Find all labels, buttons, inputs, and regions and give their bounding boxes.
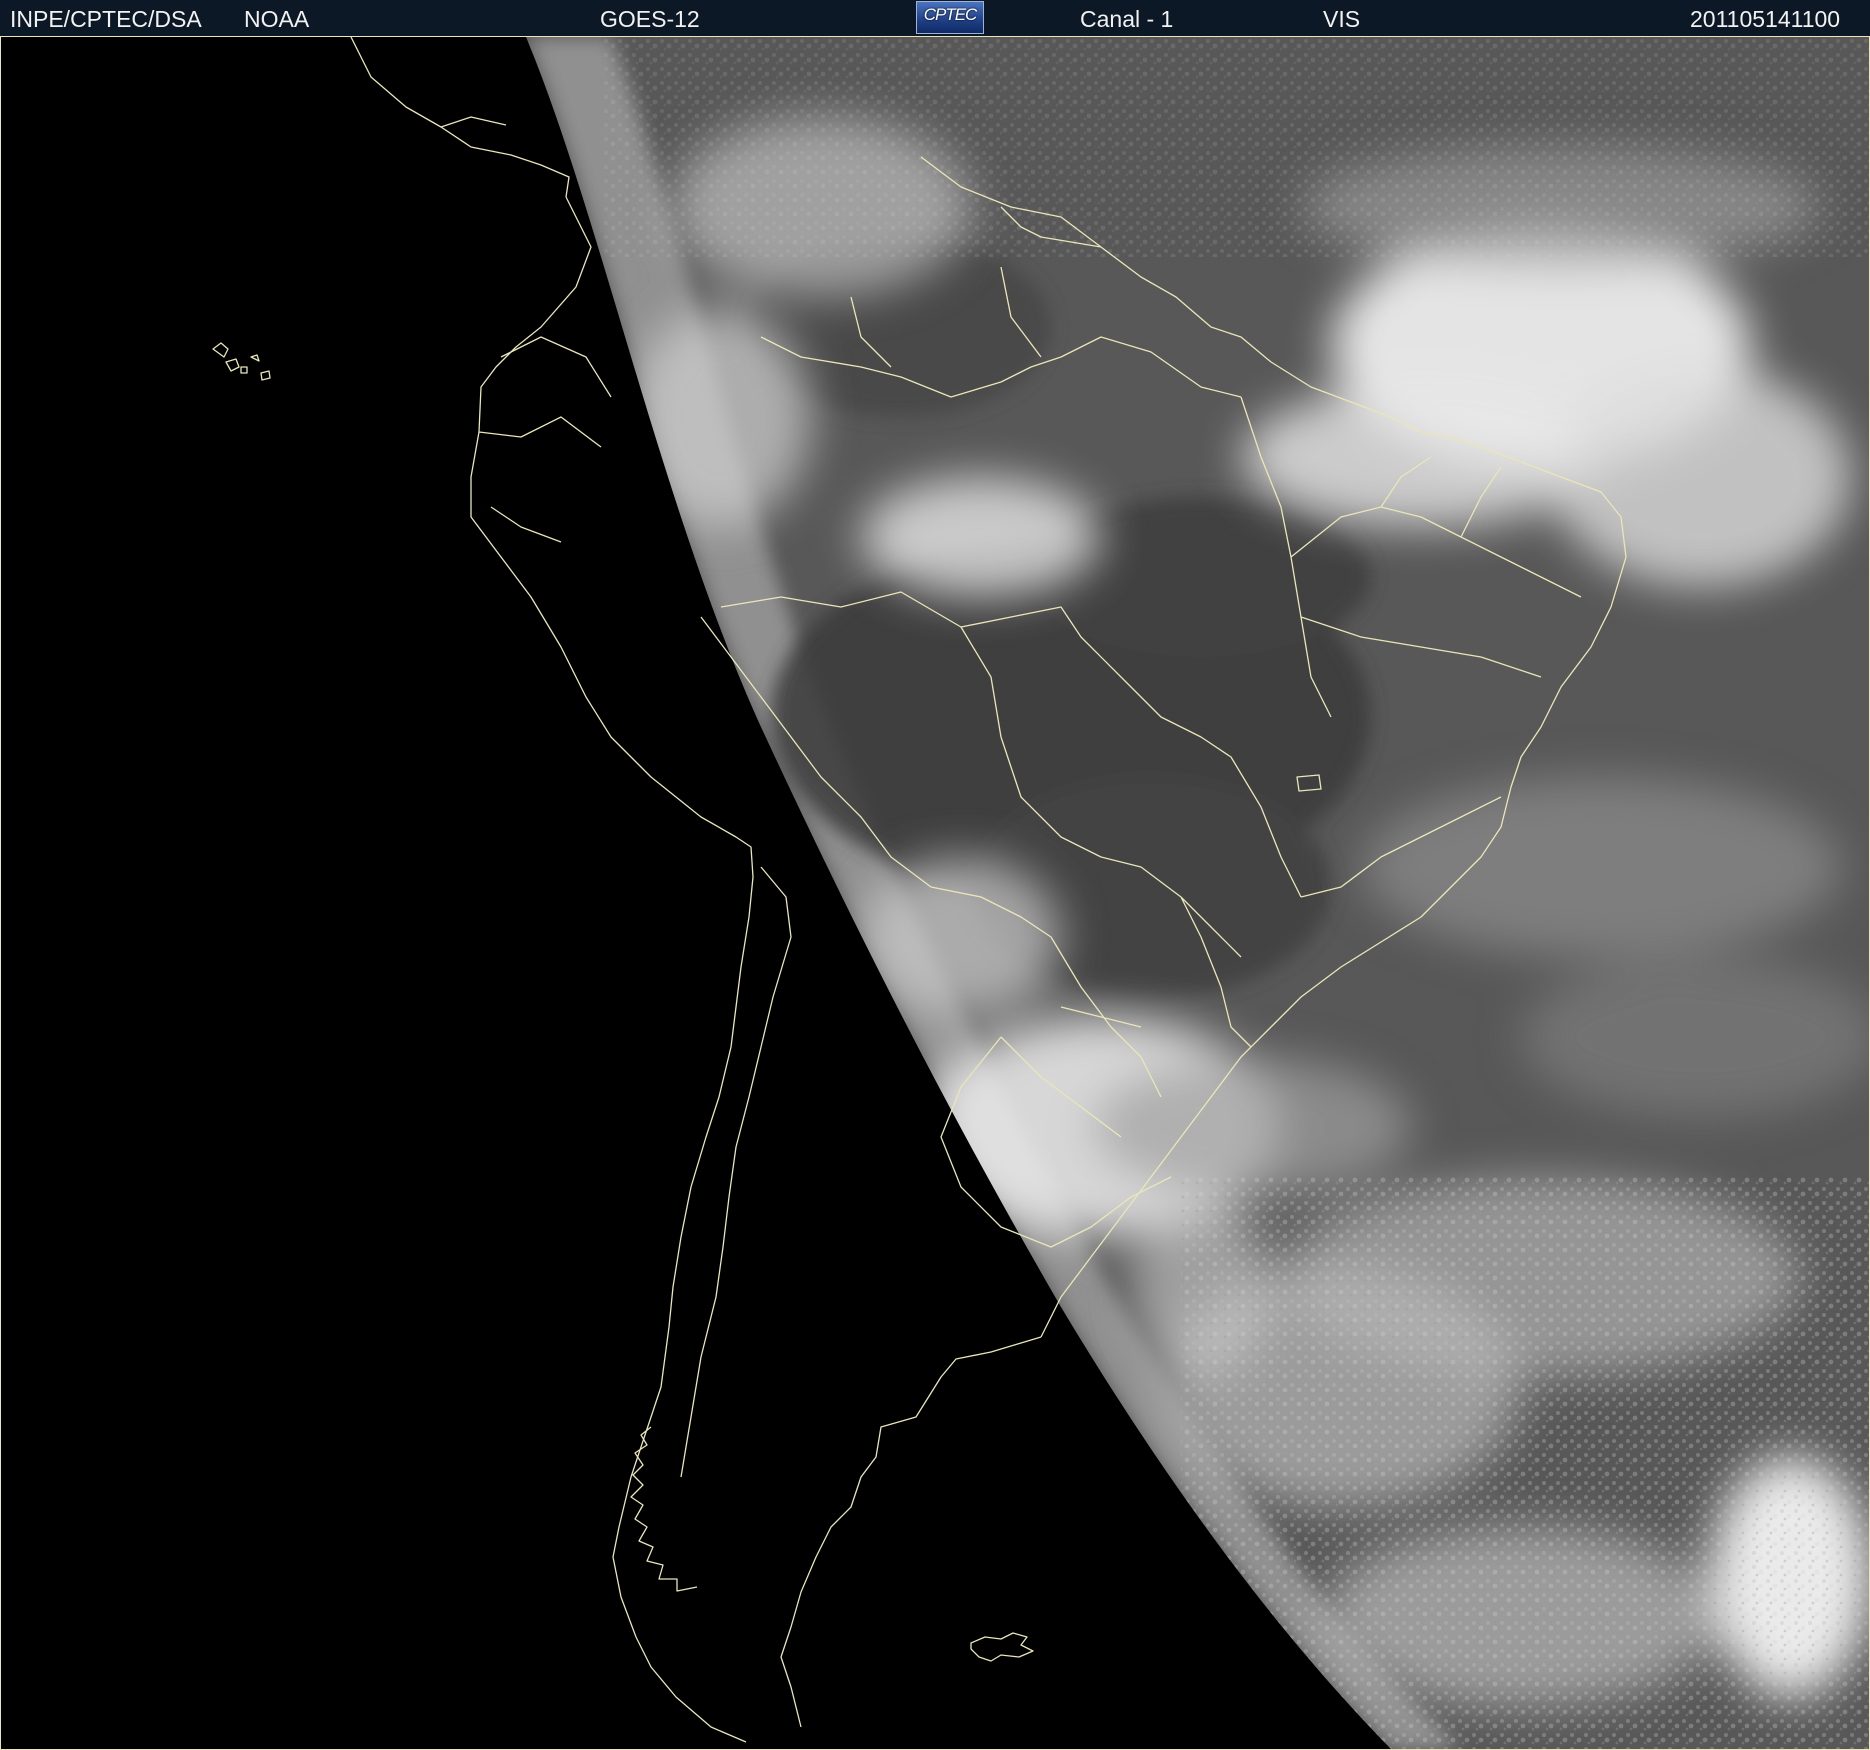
satellite-map-svg bbox=[1, 37, 1869, 1749]
timestamp-label: 201105141100 bbox=[1690, 6, 1841, 32]
cptec-logo-text: CPTEC bbox=[923, 5, 978, 24]
satellite-label: GOES-12 bbox=[600, 6, 700, 32]
band-label: VIS bbox=[1323, 6, 1361, 32]
header-bar: INPE/CPTEC/DSA NOAA GOES-12 CPTEC Canal … bbox=[0, 0, 1870, 36]
satellite-image bbox=[0, 36, 1870, 1750]
agency-label: NOAA bbox=[244, 6, 310, 32]
channel-label: Canal - 1 bbox=[1080, 6, 1174, 32]
cptec-logo: CPTEC bbox=[916, 1, 984, 34]
institution-label: INPE/CPTEC/DSA bbox=[10, 6, 202, 32]
